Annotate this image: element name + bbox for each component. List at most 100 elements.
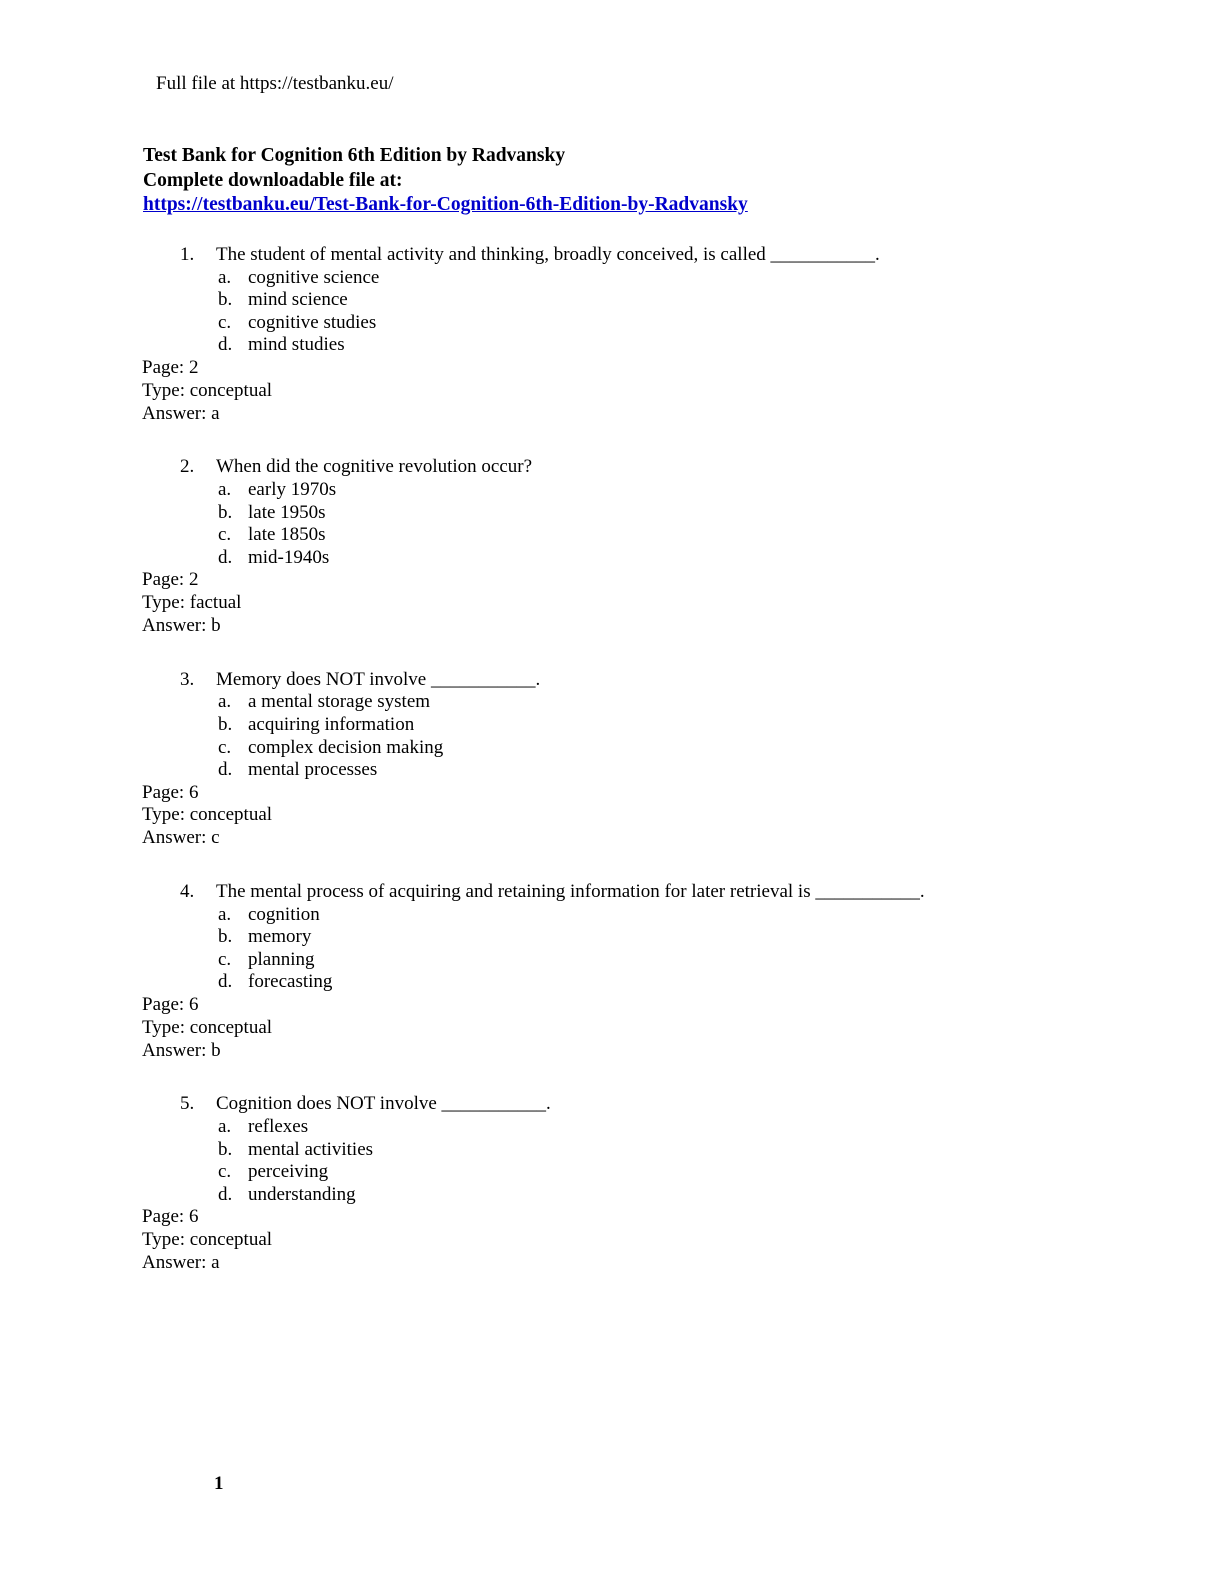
metadata-type: Type: conceptual xyxy=(142,804,273,826)
metadata-type: Type: conceptual xyxy=(142,1016,273,1038)
option-text: reflexes xyxy=(248,1116,309,1138)
metadata-answer: Answer: b xyxy=(142,614,221,636)
option-item[interactable]: c. perceiving xyxy=(0,1161,1224,1184)
question-block: 2. When did the cognitive revolution occu… xyxy=(0,456,1224,637)
option-item[interactable]: b. late 1950s xyxy=(0,502,1224,525)
question-metadata: Page: 2 Type: conceptual Answer: a xyxy=(0,357,1224,425)
option-item[interactable]: b. memory xyxy=(0,926,1224,949)
option-item[interactable]: d. mental processes xyxy=(0,759,1224,782)
option-text: planning xyxy=(248,948,315,970)
option-text: mind science xyxy=(248,289,348,311)
question-stem: 1. The student of mental activity and thi… xyxy=(0,244,1224,267)
option-item[interactable]: a. early 1970s xyxy=(0,479,1224,502)
question-number: 1. xyxy=(180,244,195,265)
option-letter: b. xyxy=(218,713,233,735)
metadata-type: Type: factual xyxy=(142,592,242,614)
option-list: a. a mental storage system b. acquiring inf… xyxy=(0,691,1224,781)
download-link[interactable]: https://testbanku.eu/Test-Bank-for-Cogni… xyxy=(143,193,748,218)
option-item[interactable]: d. understanding xyxy=(0,1184,1224,1207)
option-letter: b. xyxy=(218,289,233,311)
option-letter: c. xyxy=(218,736,232,758)
option-list: a. cognition b. memory c. planning d. forecasti… xyxy=(0,904,1224,994)
option-item[interactable]: b. mental activities xyxy=(0,1139,1224,1162)
option-letter: c. xyxy=(218,948,232,970)
question-stem: 5. Cognition does NOT involve ___________… xyxy=(0,1093,1224,1116)
option-item[interactable]: d. mid-1940s xyxy=(0,547,1224,570)
metadata-answer: Answer: a xyxy=(142,402,220,424)
option-item[interactable]: c. complex decision making xyxy=(0,737,1224,760)
option-item[interactable]: b. acquiring information xyxy=(0,714,1224,737)
option-letter: c. xyxy=(218,311,232,333)
option-letter: d. xyxy=(218,759,233,781)
option-item[interactable]: a. a mental storage system xyxy=(0,691,1224,714)
option-item[interactable]: a. cognition xyxy=(0,904,1224,927)
question-metadata: Page: 6 Type: conceptual Answer: a xyxy=(0,1206,1224,1274)
option-letter: b. xyxy=(218,1138,233,1160)
question-number: 3. xyxy=(180,668,195,690)
metadata-type: Type: conceptual xyxy=(142,1229,273,1251)
question-text: When did the cognitive revolution occur? xyxy=(216,456,533,478)
question-block: 4. The mental process of acquiring and re… xyxy=(0,881,1224,1062)
option-item[interactable]: c. planning xyxy=(0,949,1224,972)
question-text: Memory does NOT involve ___________. xyxy=(216,668,541,690)
metadata-page: Page: 2 xyxy=(142,569,199,591)
question-metadata: Page: 2 Type: factual Answer: b xyxy=(0,569,1224,637)
option-text: cognitive studies xyxy=(248,311,377,333)
option-letter: b. xyxy=(218,501,233,523)
option-text: understanding xyxy=(248,1183,356,1205)
option-list: a. reflexes b. mental activities c. perceivin… xyxy=(0,1116,1224,1206)
question-metadata: Page: 6 Type: conceptual Answer: b xyxy=(0,994,1224,1062)
option-item[interactable]: a. reflexes xyxy=(0,1116,1224,1139)
option-text: complex decision making xyxy=(248,736,444,758)
option-item[interactable]: c. late 1850s xyxy=(0,524,1224,547)
title-block: Test Bank for Cognition 6th Edition by R… xyxy=(143,144,1103,218)
option-letter: a. xyxy=(218,266,232,288)
option-item[interactable]: d. mind studies xyxy=(0,334,1224,357)
option-item[interactable]: b. mind science xyxy=(0,289,1224,312)
question-stem: 2. When did the cognitive revolution occu… xyxy=(0,456,1224,479)
option-text: memory xyxy=(248,926,312,948)
question-text: The student of mental activity and think… xyxy=(216,244,880,265)
question-number: 5. xyxy=(180,1093,195,1115)
option-item[interactable]: d. forecasting xyxy=(0,971,1224,994)
option-letter: d. xyxy=(218,971,233,993)
question-block: 1. The student of mental activity and thi… xyxy=(0,244,1224,425)
metadata-answer: Answer: a xyxy=(142,1252,220,1273)
option-text: cognition xyxy=(248,903,320,925)
option-text: cognitive science xyxy=(248,266,380,288)
metadata-page: Page: 6 xyxy=(142,1206,199,1228)
page-title: Test Bank for Cognition 6th Edition by R… xyxy=(143,145,566,166)
option-letter: a. xyxy=(218,478,232,500)
option-text: mid-1940s xyxy=(248,546,330,568)
question-number: 4. xyxy=(180,881,195,903)
metadata-answer: Answer: c xyxy=(142,827,220,849)
option-letter: d. xyxy=(218,1183,233,1205)
option-letter: c. xyxy=(218,524,232,546)
question-stem: 4. The mental process of acquiring and re… xyxy=(0,881,1224,904)
option-text: early 1970s xyxy=(248,478,337,500)
option-text: perceiving xyxy=(248,1161,329,1183)
metadata-answer: Answer: b xyxy=(142,1039,221,1061)
question-block: 5. Cognition does NOT involve ___________… xyxy=(0,1093,1224,1274)
option-text: forecasting xyxy=(248,971,333,993)
option-letter: a. xyxy=(218,691,232,713)
option-letter: b. xyxy=(218,926,233,948)
option-text: late 1850s xyxy=(248,524,326,546)
metadata-page: Page: 2 xyxy=(142,356,199,378)
option-text: mental processes xyxy=(248,759,378,781)
option-text: mind studies xyxy=(248,334,345,356)
question-list: 1. The student of mental activity and thi… xyxy=(0,244,1224,1306)
option-item[interactable]: a. cognitive science xyxy=(0,267,1224,290)
option-text: mental activities xyxy=(248,1138,374,1160)
question-block: 3. Memory does NOT involve ___________. a.… xyxy=(0,669,1224,850)
question-text: The mental process of acquiring and reta… xyxy=(216,881,925,903)
page-number: 1 xyxy=(214,1473,224,1494)
question-number: 2. xyxy=(180,456,195,478)
metadata-type: Type: conceptual xyxy=(142,379,273,401)
metadata-page: Page: 6 xyxy=(142,781,199,803)
document-page: Full file at https://testbanku.eu/ Test … xyxy=(0,0,1224,1584)
option-item[interactable]: c. cognitive studies xyxy=(0,312,1224,335)
option-list: a. cognitive science b. mind science c. cogni… xyxy=(0,267,1224,357)
option-text: a mental storage system xyxy=(248,691,431,713)
question-metadata: Page: 6 Type: conceptual Answer: c xyxy=(0,782,1224,850)
